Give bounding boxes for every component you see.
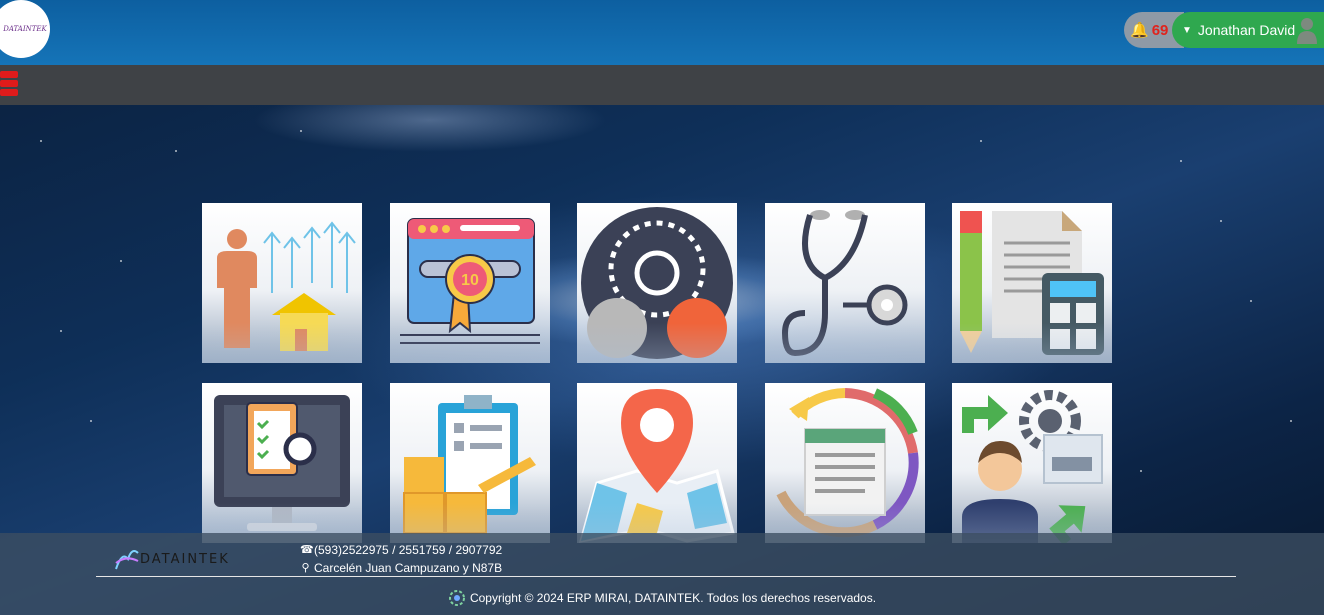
- phone-icon: ☎: [300, 544, 314, 556]
- top-header: DATAINTEK 🔔 69 ▼ Jonathan David: [0, 0, 1324, 65]
- menu-toggle-button[interactable]: [0, 71, 18, 97]
- document-sync-cycle-icon: [776, 388, 919, 538]
- footer-brand-logo: DATAINTEK: [112, 543, 262, 573]
- workflow-process-icon: [962, 390, 1103, 543]
- module-tile-tasks[interactable]: [202, 383, 362, 543]
- footer-brand-text: DATAINTEK: [140, 552, 230, 567]
- copyright: Copyright © 2024 ERP MIRAI, DATAINTEK. T…: [0, 589, 1324, 607]
- accounting-calculator-icon: [960, 211, 1104, 355]
- settings-gears-icon: [581, 207, 733, 359]
- module-tile-map[interactable]: [577, 383, 737, 543]
- footer: DATAINTEK ☎ (593)2522975 / 2551759 / 290…: [0, 533, 1324, 615]
- copyright-text: Copyright © 2024 ERP MIRAI, DATAINTEK. T…: [469, 591, 877, 605]
- menu-bar-icon: [0, 89, 18, 96]
- user-avatar-icon: [1297, 18, 1317, 44]
- bell-icon: 🔔: [1130, 22, 1149, 39]
- module-tile-settings[interactable]: [577, 203, 737, 363]
- toolbar-strip: [0, 65, 1324, 105]
- menu-bar-icon: [0, 71, 18, 78]
- module-tile-medical[interactable]: [764, 203, 925, 363]
- human-resources-icon: [217, 221, 356, 351]
- address-text: Carcelén Juan Campuzano y N87B: [314, 561, 503, 575]
- company-logo[interactable]: DATAINTEK: [0, 0, 50, 58]
- task-checklist-monitor-icon: [214, 395, 350, 531]
- inventory-clipboard-boxes-icon: [402, 395, 536, 534]
- module-grid: 10: [202, 203, 1112, 543]
- user-menu-button[interactable]: ▼ Jonathan David: [1172, 12, 1324, 48]
- module-tile-quality[interactable]: 10: [389, 203, 550, 363]
- caret-down-icon: ▼: [1182, 24, 1192, 36]
- brand-mark-icon: [115, 550, 139, 570]
- contact-info: ☎ (593)2522975 / 2551759 / 2907792 ⚲ Car…: [300, 541, 502, 577]
- module-tile-human-resources[interactable]: [202, 203, 362, 363]
- module-tile-accounting[interactable]: [952, 203, 1112, 363]
- svg-text:10: 10: [461, 272, 479, 289]
- menu-bar-icon: [0, 80, 18, 87]
- medical-stethoscope-icon: [781, 210, 907, 357]
- module-tile-workflow[interactable]: [952, 383, 1112, 543]
- notifications-count: 69: [1151, 21, 1169, 39]
- map-location-icon: [578, 389, 735, 543]
- user-area: 🔔 69 ▼ Jonathan David: [1124, 12, 1324, 48]
- footer-divider: [96, 576, 1236, 577]
- quality-badge-icon: 10: [399, 218, 540, 344]
- module-tile-document-sync[interactable]: [764, 383, 925, 543]
- user-name: Jonathan David: [1197, 22, 1296, 38]
- map-marker-icon: ⚲: [301, 562, 310, 574]
- module-tile-inventory[interactable]: [389, 383, 550, 543]
- mirai-logo-icon: [448, 590, 465, 606]
- phone-text: (593)2522975 / 2551759 / 2907792: [314, 543, 503, 557]
- logo-text: DATAINTEK: [3, 25, 47, 33]
